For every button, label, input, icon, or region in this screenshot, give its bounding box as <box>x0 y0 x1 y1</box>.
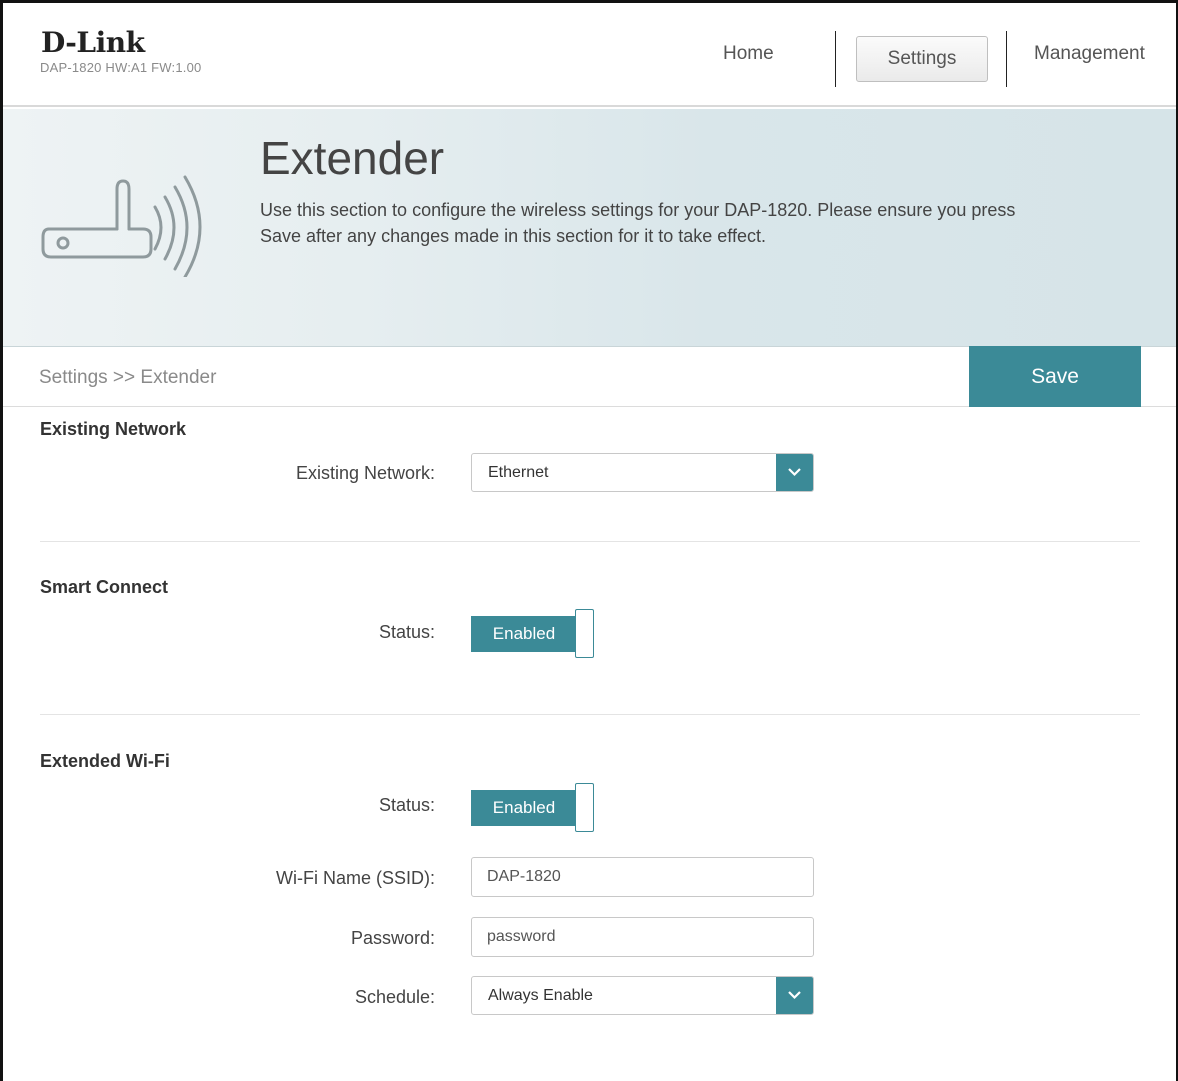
section-title-smart-connect: Smart Connect <box>40 577 169 597</box>
password-input[interactable] <box>471 917 814 957</box>
toggle-state-label: Enabled <box>471 790 577 826</box>
section-divider <box>40 714 1140 715</box>
nav-home[interactable]: Home <box>723 43 774 65</box>
dlink-logo: D-Link <box>41 26 145 59</box>
toggle-state-label: Enabled <box>471 616 577 652</box>
section-divider <box>40 541 1140 542</box>
section-title-extended-wifi: Extended Wi-Fi <box>40 751 170 771</box>
toggle-knob[interactable] <box>575 609 594 658</box>
breadcrumb: Settings >> Extender <box>39 367 217 388</box>
page-title: Extender <box>260 132 445 184</box>
model-info: DAP-1820 HW:A1 FW:1.00 <box>40 60 202 75</box>
page-banner: Extender Use this section to configure t… <box>3 109 1176 347</box>
save-button[interactable]: Save <box>969 346 1141 407</box>
ssid-label: Wi-Fi Name (SSID): <box>276 868 435 888</box>
schedule-label: Schedule: <box>354 987 435 1007</box>
existing-network-value: Ethernet <box>488 464 549 481</box>
toggle-knob[interactable] <box>575 783 594 832</box>
ssid-input[interactable] <box>471 857 814 897</box>
page-description: Use this section to configure the wirele… <box>260 200 1016 246</box>
nav-settings[interactable]: Settings <box>856 36 988 82</box>
smart-connect-toggle[interactable]: Enabled <box>471 609 594 658</box>
chevron-down-icon[interactable] <box>776 454 813 491</box>
nav-management[interactable]: Management <box>1034 43 1145 65</box>
nav-separator <box>1006 31 1007 87</box>
existing-network-label: Existing Network: <box>295 463 435 483</box>
top-header: D-Link DAP-1820 HW:A1 FW:1.00 Home Setti… <box>3 3 1176 107</box>
extended-wifi-toggle[interactable]: Enabled <box>471 783 594 832</box>
breadcrumb-bar: Settings >> Extender Save <box>3 346 1176 407</box>
schedule-select[interactable]: Always Enable <box>471 976 814 1015</box>
existing-network-select[interactable]: Ethernet <box>471 453 814 492</box>
smart-connect-status-label: Status: <box>378 622 435 642</box>
password-label: Password: <box>350 928 435 948</box>
wireless-extender-icon <box>39 167 219 282</box>
nav-separator <box>835 31 836 87</box>
schedule-value: Always Enable <box>488 987 593 1004</box>
section-title-existing-network: Existing Network <box>40 419 187 439</box>
extended-wifi-status-label: Status: <box>378 795 435 815</box>
chevron-down-icon[interactable] <box>776 977 813 1014</box>
